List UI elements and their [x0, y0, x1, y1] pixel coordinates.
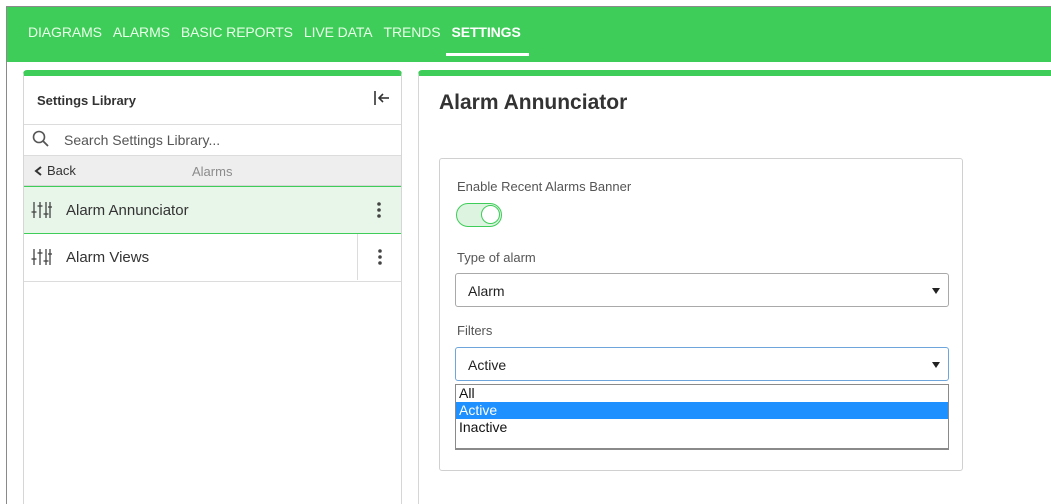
search-icon	[32, 130, 50, 148]
caret-down-icon	[932, 362, 940, 368]
library-title: Settings Library	[37, 93, 136, 108]
filter-option-all[interactable]: All	[456, 385, 948, 402]
search-input[interactable]	[64, 129, 384, 151]
nav-tabs: DIAGRAMS ALARMS BASIC REPORTS LIVE DATA …	[28, 7, 532, 62]
tab-live-data[interactable]: LIVE DATA	[304, 7, 373, 62]
more-options-icon[interactable]	[357, 234, 401, 280]
type-of-alarm-select[interactable]: Alarm	[455, 273, 949, 307]
sliders-icon	[31, 201, 53, 219]
filters-select[interactable]: Active	[455, 347, 949, 381]
tab-trends[interactable]: TRENDS	[384, 7, 441, 62]
toggle-knob	[481, 205, 500, 224]
filter-option-inactive[interactable]: Inactive	[456, 419, 948, 436]
chevron-left-icon	[34, 165, 42, 176]
filter-option-active[interactable]: Active	[456, 402, 948, 419]
more-options-icon[interactable]	[357, 187, 401, 233]
library-item-alarm-annunciator[interactable]: Alarm Annunciator	[24, 186, 401, 234]
recent-alarms-banner-toggle[interactable]	[456, 203, 502, 227]
tab-basic-reports[interactable]: BASIC REPORTS	[181, 7, 293, 62]
library-item-label: Alarm Views	[66, 249, 150, 266]
page-title: Alarm Annunciator	[439, 91, 628, 114]
type-of-alarm-value: Alarm	[468, 283, 505, 299]
library-item-alarm-views[interactable]: Alarm Views	[24, 234, 401, 282]
tab-diagrams[interactable]: DIAGRAMS	[28, 7, 102, 62]
filters-label: Filters	[457, 323, 493, 338]
back-button[interactable]: Back	[34, 163, 76, 178]
top-navigation: DIAGRAMS ALARMS BASIC REPORTS LIVE DATA …	[7, 7, 1051, 62]
tab-settings[interactable]: SETTINGS	[446, 7, 529, 62]
library-header: Settings Library	[24, 76, 401, 125]
caret-down-icon	[932, 288, 940, 294]
app-frame: DIAGRAMS ALARMS BASIC REPORTS LIVE DATA …	[6, 6, 1051, 504]
tab-alarms[interactable]: ALARMS	[113, 7, 170, 62]
library-back-bar: Back Alarms	[24, 156, 401, 186]
library-item-label: Alarm Annunciator	[66, 202, 189, 219]
settings-card: Enable Recent Alarms Banner Type of alar…	[439, 158, 963, 471]
back-label: Back	[47, 163, 76, 178]
type-of-alarm-label: Type of alarm	[457, 250, 536, 265]
settings-detail-panel: Alarm Annunciator Enable Recent Alarms B…	[418, 70, 1051, 504]
filters-value: Active	[468, 357, 507, 373]
settings-library-panel: Settings Library Search Settings Library…	[23, 70, 402, 504]
sliders-icon	[31, 248, 53, 266]
library-search	[24, 125, 401, 156]
filters-dropdown-list: All Active Inactive	[455, 384, 949, 450]
breadcrumb: Alarms	[192, 164, 233, 179]
collapse-panel-icon[interactable]	[373, 88, 391, 108]
banner-toggle-label: Enable Recent Alarms Banner	[457, 179, 632, 194]
